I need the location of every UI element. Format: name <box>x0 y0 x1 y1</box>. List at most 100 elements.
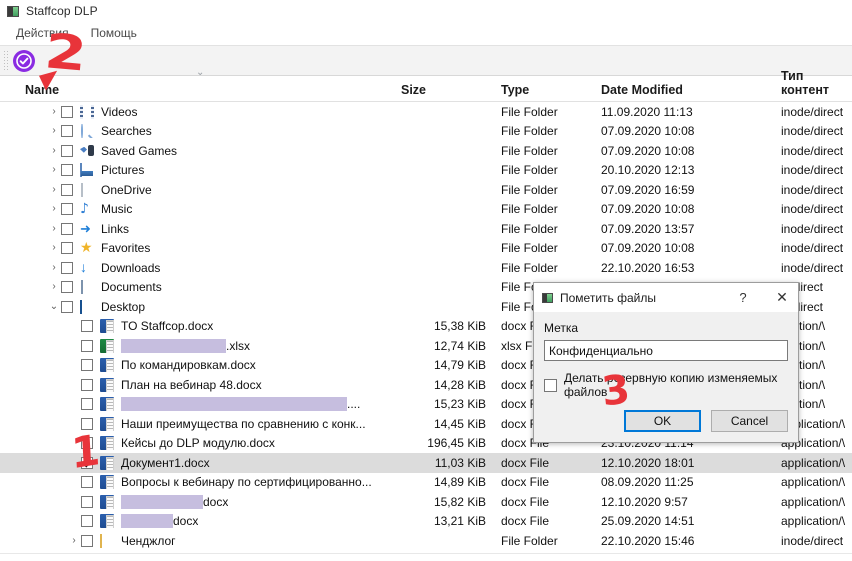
row-checkbox[interactable] <box>81 359 93 372</box>
row-checkbox[interactable] <box>61 144 73 157</box>
close-icon[interactable]: ✕ <box>766 284 798 312</box>
row-checkbox[interactable] <box>61 105 73 118</box>
file-content-type-cell: inode/direct <box>781 533 844 548</box>
file-type-cell: File Folder <box>501 163 558 178</box>
expand-chevron-icon[interactable]: › <box>47 223 61 234</box>
table-row[interactable]: › Videos File Folder 11.09.2020 11:13 inode/… <box>0 102 852 122</box>
expand-chevron-icon[interactable]: › <box>47 145 61 156</box>
onedrive-icon <box>80 182 94 197</box>
mark-files-button[interactable] <box>9 47 39 74</box>
row-checkbox[interactable] <box>61 203 73 216</box>
file-date-cell: 12.10.2020 9:57 <box>601 494 688 509</box>
expand-chevron-icon[interactable]: › <box>47 126 61 136</box>
menu-item-actions[interactable]: Действия <box>8 24 79 43</box>
table-row[interactable]: ›Вопросы к вебинару по сертифицированно.… <box>0 473 852 493</box>
expand-chevron-icon[interactable]: › <box>47 282 61 292</box>
help-icon[interactable]: ? <box>727 284 759 312</box>
cancel-button[interactable]: Cancel <box>711 410 788 432</box>
table-row[interactable]: ›docx15,82 KiBdocx File12.10.2020 9:57ap… <box>0 492 852 512</box>
expand-chevron-icon[interactable]: › <box>47 243 61 253</box>
column-header-name[interactable]: Name <box>0 83 392 101</box>
row-checkbox[interactable] <box>61 242 73 255</box>
backup-checkbox-row[interactable]: Делать резервную копию изменяемых файлов <box>544 371 788 399</box>
file-type-cell: File Folder <box>501 143 558 158</box>
file-name-label: docx <box>173 514 199 529</box>
downloads-icon: ↓ <box>80 260 87 275</box>
row-checkbox[interactable] <box>81 378 93 391</box>
table-row[interactable]: › Ченджлог File Folder 22.10.2020 15:46 inod… <box>0 531 852 551</box>
table-row[interactable]: ›docx13,21 KiBdocx File25.09.2020 14:51a… <box>0 512 852 532</box>
column-header-size[interactable]: Size <box>392 83 492 101</box>
backup-checkbox[interactable] <box>544 378 557 392</box>
file-name-label: Desktop <box>101 299 146 314</box>
word-icon <box>100 397 114 412</box>
music-icon: ♪ <box>80 202 89 217</box>
file-size-cell: 13,21 KiB <box>433 514 486 529</box>
table-row[interactable]: › Saved Games File Folder 07.09.2020 10:08 i… <box>0 141 852 161</box>
table-row[interactable]: › Searches File Folder 07.09.2020 10:08 inod… <box>0 122 852 142</box>
row-checkbox[interactable] <box>81 398 93 411</box>
expand-chevron-icon[interactable]: › <box>67 535 81 546</box>
file-name-label: Наши преимущества по сравнению с конк... <box>121 416 366 431</box>
file-size-cell: 15,23 KiB <box>433 397 486 412</box>
expand-chevron-icon[interactable]: › <box>47 165 61 175</box>
expand-chevron-icon[interactable]: › <box>47 184 61 195</box>
label-input[interactable] <box>544 340 788 361</box>
file-size-cell: 14,28 KiB <box>433 377 486 392</box>
row-checkbox[interactable] <box>61 125 73 138</box>
row-checkbox[interactable] <box>61 222 73 235</box>
column-header-date-modified[interactable]: Date Modified <box>592 83 772 101</box>
expand-chevron-icon[interactable]: › <box>47 262 61 273</box>
file-content-type-cell: inode/direct <box>781 104 844 119</box>
file-name-label: Кейсы до DLP модулю.docx <box>121 436 275 451</box>
title-bar: Staffcop DLP <box>0 0 852 22</box>
dialog-title-bar: Пометить файлы ? ✕ <box>534 283 798 312</box>
row-checkbox[interactable] <box>61 281 73 294</box>
row-checkbox[interactable] <box>81 515 93 528</box>
file-type-cell: File Folder <box>501 202 558 217</box>
mark-files-dialog: Пометить файлы ? ✕ Метка Делать резервну… <box>533 282 799 443</box>
file-type-cell: File Folder <box>501 124 558 139</box>
row-checkbox[interactable] <box>81 534 93 547</box>
file-name-label: .xlsx <box>226 338 250 353</box>
table-row[interactable]: › ★ Favorites File Folder 07.09.2020 10:08 in… <box>0 239 852 259</box>
row-checkbox[interactable] <box>61 164 73 177</box>
row-checkbox[interactable] <box>81 437 93 450</box>
row-checkbox[interactable] <box>81 339 93 352</box>
menu-item-help[interactable]: Помощь <box>83 24 147 43</box>
file-type-cell: File Folder <box>501 221 558 236</box>
folder-icon <box>100 533 114 548</box>
window-bottom-edge <box>0 553 852 561</box>
toolbar-grip[interactable] <box>3 49 9 72</box>
row-checkbox[interactable] <box>81 320 93 333</box>
expand-chevron-icon[interactable]: › <box>47 204 61 214</box>
table-row[interactable]: › ♪ Music File Folder 07.09.2020 10:08 inode/… <box>0 200 852 220</box>
table-row[interactable]: › ↓ Downloads File Folder 22.10.2020 16:53 in… <box>0 258 852 278</box>
expand-chevron-icon[interactable]: › <box>47 106 61 117</box>
row-checkbox[interactable] <box>61 261 73 274</box>
table-row[interactable]: › OneDrive File Folder 07.09.2020 16:59 inod… <box>0 180 852 200</box>
ok-button[interactable]: OK <box>624 410 701 432</box>
row-checkbox[interactable] <box>81 495 93 508</box>
row-checkbox[interactable] <box>61 183 73 196</box>
expand-chevron-icon[interactable]: ⌄ <box>47 301 61 312</box>
word-icon <box>100 416 114 431</box>
redacted-text <box>121 514 173 529</box>
row-checkbox[interactable] <box>81 417 93 430</box>
word-icon <box>100 455 114 470</box>
dialog-buttons: OK Cancel <box>544 410 788 432</box>
row-checkbox[interactable] <box>81 476 93 489</box>
word-icon <box>100 436 114 451</box>
row-checkbox[interactable] <box>61 300 73 313</box>
table-row[interactable]: › Pictures File Folder 20.10.2020 12:13 inod… <box>0 161 852 181</box>
file-date-cell: 07.09.2020 16:59 <box>601 182 695 197</box>
row-checkbox[interactable] <box>81 456 93 469</box>
table-row[interactable]: ›Документ1.docx11,03 KiBdocx File12.10.2… <box>0 453 852 473</box>
file-size-cell: 196,45 KiB <box>427 436 486 451</box>
table-row[interactable]: › ➜ Links File Folder 07.09.2020 13:57 inode/… <box>0 219 852 239</box>
file-date-cell: 20.10.2020 12:13 <box>601 163 695 178</box>
column-header-type[interactable]: Type <box>492 83 592 101</box>
saved-games-icon <box>80 144 94 158</box>
word-icon <box>100 377 114 392</box>
column-header-content-type[interactable]: Тип контент <box>772 69 852 101</box>
